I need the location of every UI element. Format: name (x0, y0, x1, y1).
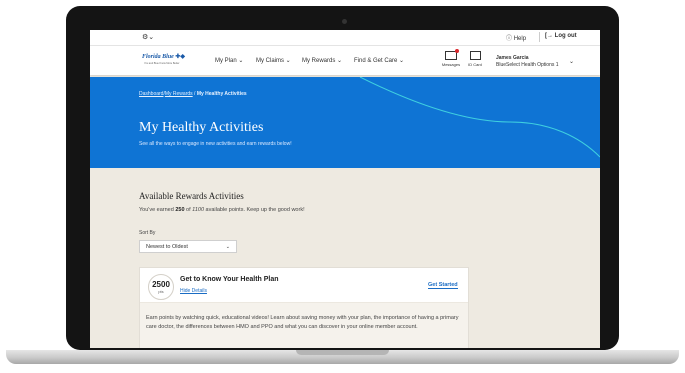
hide-details-link[interactable]: Hide Details (180, 288, 207, 294)
camera-dot (342, 19, 347, 24)
nav-find-get-care[interactable]: Find & Get Care ⌄ (354, 57, 404, 64)
cross-shield-icon: ✚◆ (175, 54, 185, 60)
activity-card-header: 2500 pts Get to Know Your Health Plan Hi… (140, 268, 468, 303)
breadcrumb: Dashboard/My Rewards / My Healthy Activi… (139, 91, 247, 97)
messages-button[interactable]: Messages (440, 49, 462, 67)
browser-viewport: ⚙⌄ ⓘ Help [→ Log out Florida Blue ✚◆ You… (90, 30, 600, 348)
question-circle-icon: ⓘ (506, 36, 513, 42)
points-available: 1100 (192, 207, 204, 213)
points-unit: pts (158, 289, 164, 294)
points-summary: You've earned 250 of 1100 available poin… (139, 207, 305, 213)
utility-divider (539, 32, 540, 42)
chevron-down-icon[interactable]: ⌄ (569, 58, 574, 65)
settings-caret: ⌄ (148, 34, 155, 41)
sort-value: Newest to Oldest (146, 244, 188, 250)
breadcrumb-my-rewards[interactable]: My Rewards (165, 91, 193, 97)
help-link[interactable]: ⓘ Help (506, 33, 526, 42)
envelope-icon (445, 49, 459, 60)
user-menu[interactable]: James Garcia BlueSelect Health Options 1 (496, 55, 559, 69)
nav-my-rewards[interactable]: My Rewards ⌄ (302, 57, 342, 64)
section-title: Available Rewards Activities (139, 191, 244, 201)
help-label: Help (513, 36, 527, 42)
id-card-label: ID Card (468, 62, 482, 67)
points-value: 2500 (152, 280, 170, 289)
logo-tagline: You and Blue Know More Better (144, 62, 180, 65)
settings-menu[interactable]: ⚙⌄ (142, 33, 154, 41)
nav-my-plan[interactable]: My Plan ⌄ (215, 57, 243, 64)
page-title: My Healthy Activities (139, 120, 264, 135)
sort-dropdown[interactable]: Newest to Oldest ⌄ (139, 240, 237, 253)
hero-banner: Dashboard/My Rewards / My Healthy Activi… (90, 77, 600, 168)
user-plan: BlueSelect Health Options 1 (496, 62, 559, 68)
notification-dot (455, 49, 459, 53)
page-subtitle: See all the ways to engage in new activi… (139, 141, 292, 147)
messages-label: Messages (441, 62, 461, 67)
get-started-button[interactable]: Get Started (428, 282, 458, 289)
utility-bar: ⚙⌄ ⓘ Help [→ Log out (90, 30, 600, 46)
id-card-icon (469, 51, 481, 60)
activity-title: Get to Know Your Health Plan (180, 276, 279, 283)
chevron-down-icon: ⌄ (225, 244, 230, 250)
laptop-notch (296, 350, 389, 355)
florida-blue-logo[interactable]: Florida Blue ✚◆ (142, 54, 185, 60)
logout-button[interactable]: [→ Log out (545, 33, 577, 39)
points-earned: 250 (175, 207, 185, 213)
sort-label: Sort By (139, 230, 156, 236)
breadcrumb-current: My Healthy Activities (196, 91, 247, 97)
id-card-button[interactable]: ID Card (466, 51, 484, 67)
logout-icon: [→ (545, 33, 553, 39)
user-name: James Garcia (496, 55, 529, 61)
activity-description: Earn points by watching quick, education… (146, 315, 459, 330)
activity-card: 2500 pts Get to Know Your Health Plan Hi… (139, 267, 469, 348)
logout-label: Log out (554, 33, 577, 39)
points-badge: 2500 pts (148, 274, 174, 300)
breadcrumb-dashboard[interactable]: Dashboard (139, 91, 163, 97)
nav-my-claims[interactable]: My Claims ⌄ (256, 57, 291, 64)
main-navigation: Florida Blue ✚◆ You and Blue Know More B… (90, 46, 600, 75)
